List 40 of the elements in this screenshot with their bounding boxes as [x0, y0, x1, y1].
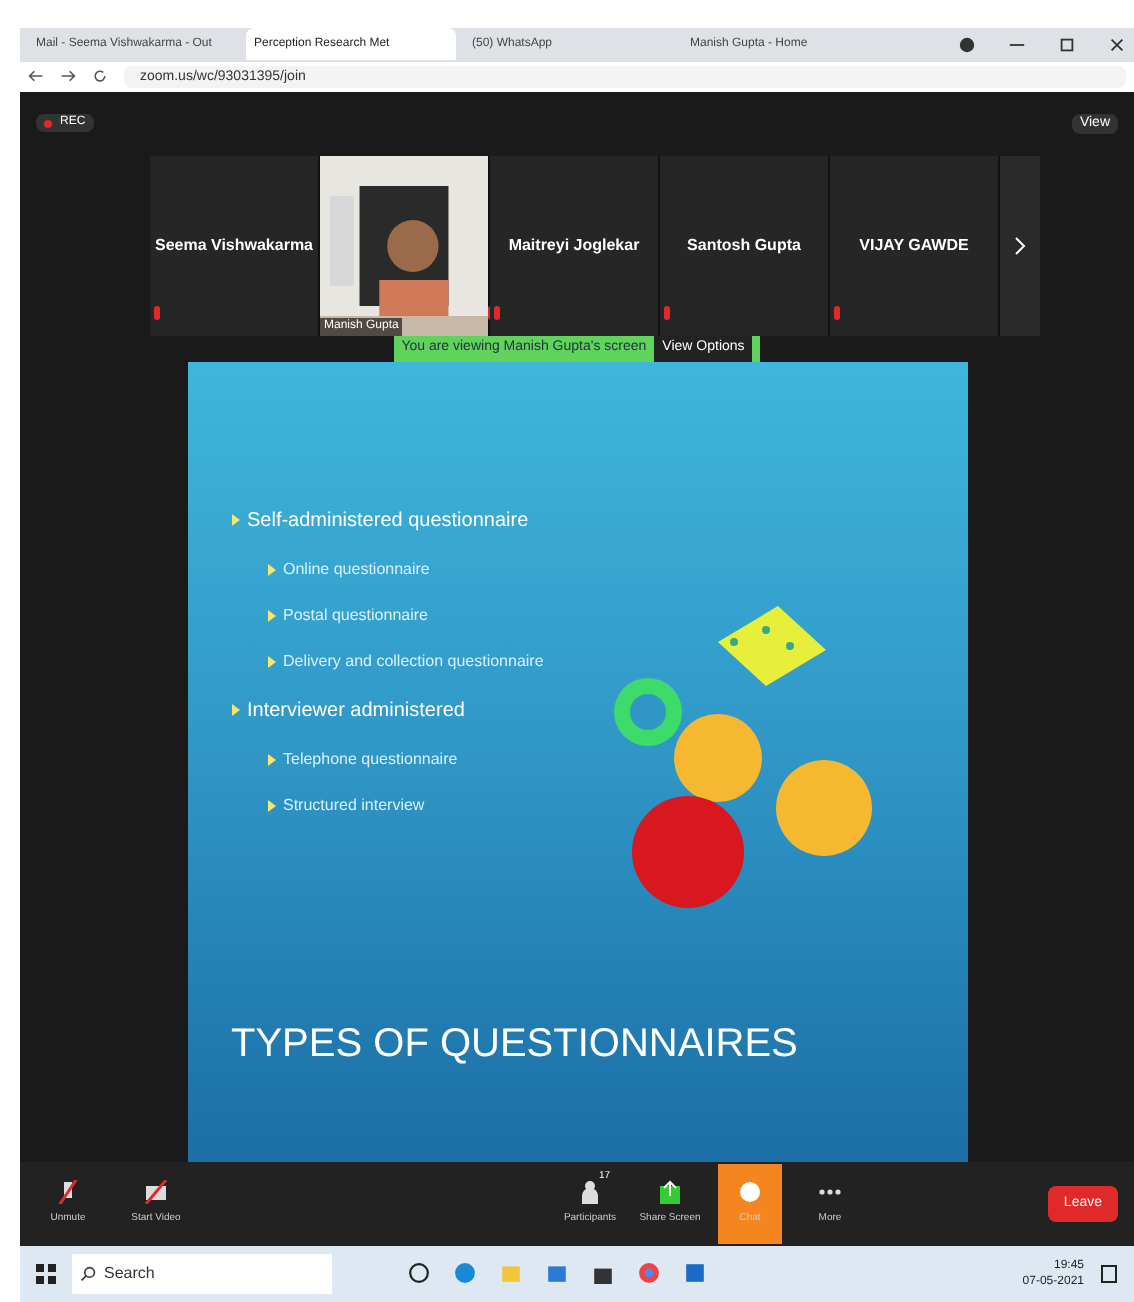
bullet-icon	[267, 563, 275, 576]
participant-name: Maitreyi Joglekar	[508, 233, 640, 258]
bullet-text: Postal questionnaire	[283, 603, 428, 628]
bullet-icon	[267, 753, 275, 766]
participant-name: Santosh Gupta	[687, 233, 801, 258]
account-icon[interactable]	[958, 35, 976, 54]
bullet-icon	[231, 514, 239, 527]
bullet-text: Online questionnaire	[283, 557, 430, 582]
mail-icon[interactable]	[546, 1262, 568, 1285]
task-view-icon[interactable]	[408, 1262, 430, 1285]
participants-icon	[578, 1180, 602, 1205]
bullet-icon	[267, 609, 275, 622]
bullet-text: Interviewer administered	[247, 697, 465, 726]
notification-icon[interactable]	[1100, 1263, 1118, 1284]
close-icon[interactable]	[1108, 35, 1126, 54]
bullet-icon	[231, 704, 239, 717]
search-icon	[80, 1265, 96, 1282]
chrome-icon[interactable]	[638, 1262, 660, 1285]
outlook-icon[interactable]	[684, 1262, 706, 1285]
participant-name: Seema Vishwakarma	[154, 233, 313, 258]
browser-icon[interactable]	[454, 1262, 476, 1285]
bullet-icon	[267, 799, 275, 812]
bullet-icon	[267, 655, 275, 668]
back-icon[interactable]	[28, 68, 44, 85]
bullet-text: Telephone questionnaire	[283, 747, 458, 772]
bullet-text: Delivery and collection questionnaire	[283, 649, 544, 674]
muted-mic-icon	[56, 1180, 80, 1205]
reload-icon[interactable]	[92, 68, 108, 85]
search-field[interactable]: Search	[72, 1253, 332, 1294]
participant-name: VIJAY GAWDE	[859, 233, 969, 258]
restore-icon[interactable]	[1058, 35, 1076, 54]
bullet-text: Structured interview	[283, 793, 425, 818]
chat-icon	[738, 1180, 762, 1205]
bullet-text: Self-administered questionnaire	[247, 507, 529, 536]
windows-start-icon[interactable]	[36, 1263, 56, 1284]
chevron-right-icon	[1014, 235, 1026, 256]
share-screen-icon	[658, 1180, 682, 1205]
slide-title: TYPES OF QUESTIONNAIRES	[231, 1019, 798, 1070]
forward-icon[interactable]	[60, 68, 76, 85]
video-off-icon	[144, 1180, 168, 1205]
